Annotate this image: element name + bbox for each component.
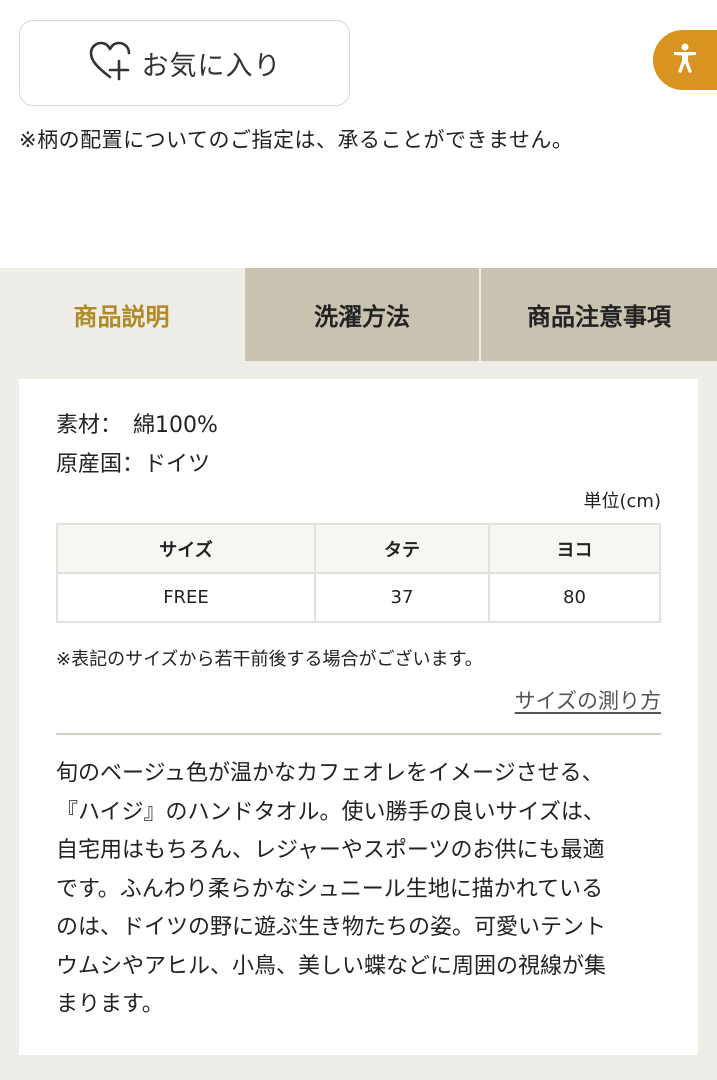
description-line: のは、ドイツの野に遊ぶ生き物たちの姿。可愛いテント [56, 915, 607, 940]
size-unit: 単位(cm) [583, 491, 661, 512]
size-table: サイズ タテ ヨコ FREE 37 80 [56, 523, 661, 623]
description-line: まります。 [56, 992, 164, 1017]
favorite-label: お気に入り [141, 50, 282, 82]
accessibility-button[interactable] [653, 30, 717, 90]
description-line: ウムシやアヒル、小鳥、美しい蝶などに周囲の視線が集 [56, 953, 607, 979]
description-line: 『ハイジ』のハンドタオル。使い勝手の良いサイズは、 [56, 799, 605, 825]
tab-washing-method[interactable]: 洗濯方法 [243, 268, 479, 361]
tab-bar: 商品説明 洗濯方法 商品注意事項 [0, 268, 717, 361]
description-line: 自宅用はもちろん、レジャーやスポーツのお供にも最適 [56, 838, 605, 863]
column-header-width: ヨコ [488, 523, 661, 574]
product-info-section: 商品説明 洗濯方法 商品注意事項 素材： 綿100% 原産国：ドイツ 単位(cm… [0, 268, 717, 1080]
table-header-row: サイズ タテ ヨコ [56, 523, 661, 574]
tab-panel-description: 素材： 綿100% 原産国：ドイツ 単位(cm) サイズ タテ ヨコ FREE … [19, 379, 698, 1055]
cell-length: 37 [314, 572, 490, 623]
size-measurement-link[interactable]: サイズの測り方 [515, 685, 661, 715]
description-line: 旬のベージュ色が温かなカフェオレをイメージさせる、 [56, 761, 604, 786]
accessibility-person-icon [671, 42, 699, 78]
heart-plus-icon [88, 41, 132, 85]
favorite-button[interactable]: お気に入り [19, 20, 350, 106]
table-row: FREE 37 80 [56, 572, 661, 623]
product-description: 旬のベージュ色が温かなカフェオレをイメージさせる、 『ハイジ』のハンドタオル。使… [56, 755, 666, 1025]
divider [56, 733, 661, 735]
column-header-size: サイズ [56, 523, 316, 574]
tab-product-description[interactable]: 商品説明 [0, 268, 243, 361]
tab-product-cautions[interactable]: 商品注意事項 [479, 268, 717, 361]
column-header-length: タテ [314, 523, 490, 574]
origin-spec: 原産国：ドイツ [56, 452, 211, 477]
description-line: です。ふんわり柔らかなシュニール生地に描かれている [56, 876, 604, 902]
material-spec: 素材： 綿100% [56, 413, 218, 438]
pattern-placement-notice: ※柄の配置についてのご指定は、承ることができません。 [19, 128, 574, 152]
cell-width: 80 [488, 572, 661, 623]
cell-size: FREE [56, 572, 316, 623]
size-variance-note: ※表記のサイズから若干前後する場合がございます。 [56, 649, 483, 670]
